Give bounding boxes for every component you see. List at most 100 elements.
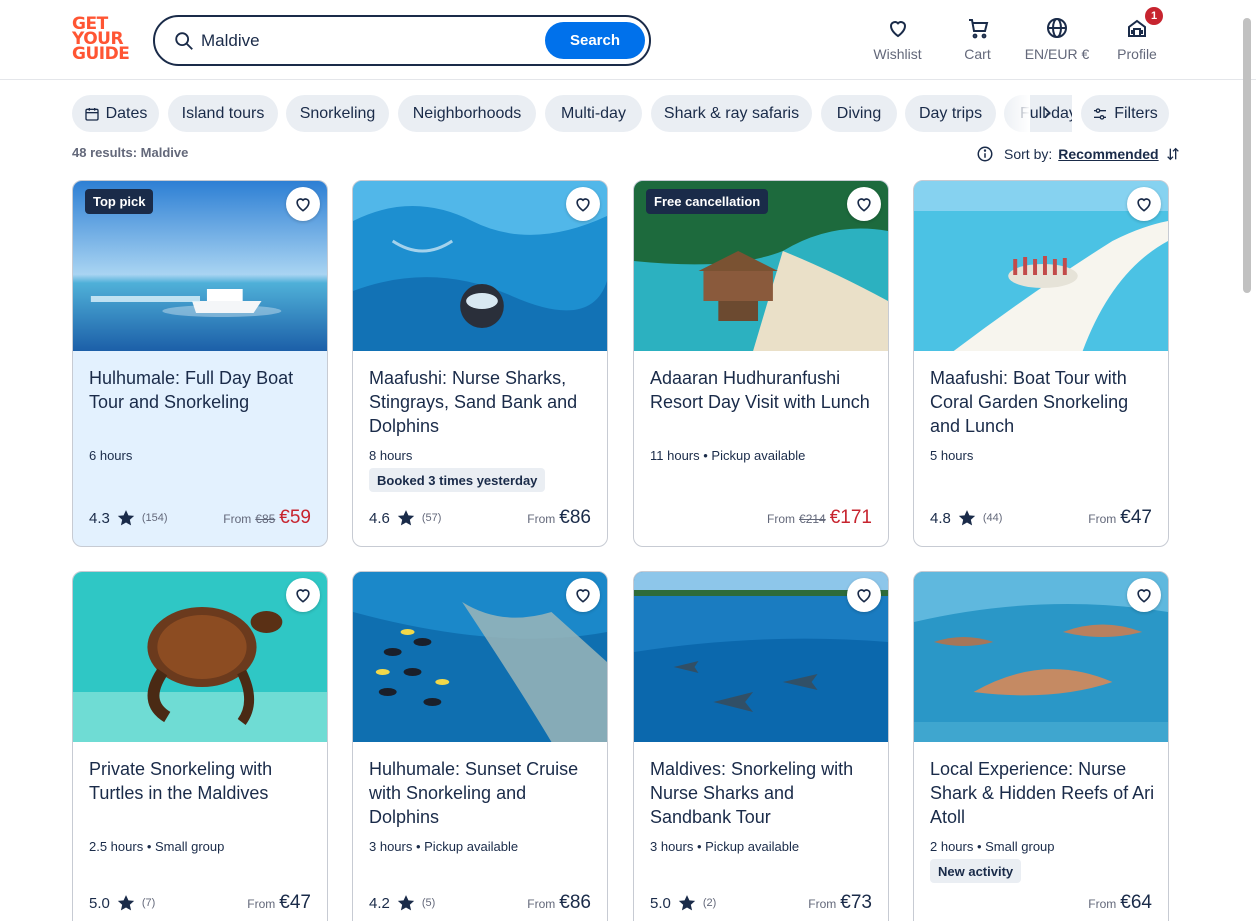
price-from-label: From [527,897,556,911]
activity-card[interactable]: Free cancellation Adaaran Hudhuranfushi R… [633,180,889,547]
cart-icon [968,19,988,39]
add-to-wishlist-button[interactable] [566,187,600,221]
chip-snorkeling[interactable]: Snorkeling [286,95,389,132]
add-to-wishlist-button[interactable] [286,187,320,221]
search-bar: Search [153,15,651,66]
price: From €86 [527,507,591,531]
activity-card[interactable]: Maafushi: Boat Tour with Coral Garden Sn… [913,180,1169,547]
price-from-label: From [767,512,796,526]
rating-value: 4.6 [369,509,390,527]
add-to-wishlist-button[interactable] [1127,187,1161,221]
chip-label: Day trips [918,104,983,122]
category-chips: Dates Island tours Snorkeling Neighborho… [72,95,1072,133]
chip-island-tours[interactable]: Island tours [168,95,278,132]
chip-multi-day[interactable]: Multi-day [545,95,642,132]
activity-duration: 3 hours • Pickup available [369,839,519,854]
price: From €47 [247,892,311,916]
activity-title[interactable]: Hulhumale: Sunset Cruise with Snorkeling… [369,757,595,829]
activity-duration: 3 hours • Pickup available [650,839,800,854]
rating-value: 4.2 [369,894,390,912]
add-to-wishlist-button[interactable] [1127,578,1161,612]
sort-value[interactable]: Recommended [1058,146,1158,162]
star-icon [397,510,415,526]
price: From €73 [808,892,872,916]
price: From €64 [1088,892,1152,916]
activity-title[interactable]: Maldives: Snorkeling with Nurse Sharks a… [650,757,876,829]
activity-card[interactable]: Maldives: Snorkeling with Nurse Sharks a… [633,571,889,921]
activity-title[interactable]: Hulhumale: Full Day Boat Tour and Snorke… [89,366,315,414]
activity-card[interactable]: Hulhumale: Sunset Cruise with Snorkeling… [352,571,608,921]
calendar-icon [84,107,99,121]
add-to-wishlist-button[interactable] [566,578,600,612]
chip-label: Snorkeling [299,104,376,122]
sort-label: Sort by: [1004,146,1053,162]
star-icon [678,895,696,911]
rating-value: 4.3 [89,509,110,527]
price: From €214 €171 [767,507,872,531]
search-button[interactable]: Search [545,22,645,59]
wishlist-link[interactable]: Wishlist [870,16,925,66]
price-from-label: From [1088,512,1117,526]
chip-label: Shark & ray safaris [663,104,800,122]
chip-scroll-right[interactable] [1036,102,1058,124]
price-from-label: From [808,897,837,911]
sort-control[interactable]: Sort by: Recommended [976,144,1181,164]
cart-label: Cart [964,46,991,62]
add-to-wishlist-button[interactable] [847,187,881,221]
filters-label: Filters [1114,104,1158,122]
sliders-icon [1094,107,1107,120]
heart-icon [576,589,590,603]
activity-title[interactable]: Maafushi: Boat Tour with Coral Garden Sn… [930,366,1156,438]
current-price: €73 [840,892,872,913]
activity-title[interactable]: Local Experience: Nurse Shark & Hidden R… [930,757,1156,829]
rating: 4.8 (44) [930,507,1002,529]
review-count: (2) [702,897,717,909]
activity-title[interactable]: Private Snorkeling with Turtles in the M… [89,757,315,805]
activity-title[interactable]: Adaaran Hudhuranfushi Resort Day Visit w… [650,366,876,414]
review-count: (57) [421,512,442,524]
heart-icon [576,198,590,212]
logo-line-3: GUIDE [72,44,130,64]
rating: 4.2 (5) [369,892,435,914]
activity-card[interactable]: Private Snorkeling with Turtles in the M… [72,571,328,921]
activity-card[interactable]: Top pick Hulhumale: Full Day Boat Tour an… [72,180,328,547]
activity-card[interactable]: Local Experience: Nurse Shark & Hidden R… [913,571,1169,921]
notification-badge: 1 [1145,7,1163,25]
chip-day-trips[interactable]: Day trips [905,95,996,132]
original-price: €85 [255,512,276,526]
cart-link[interactable]: Cart [955,16,1000,66]
chip-dates[interactable]: Dates [72,95,159,132]
current-price: €86 [559,892,591,913]
language-currency-link[interactable]: EN/EUR € [1022,16,1092,66]
info-icon[interactable] [976,145,994,163]
chip-shark-ray-safaris[interactable]: Shark & ray safaris [651,95,812,132]
activity-title[interactable]: Maafushi: Nurse Sharks, Stingrays, Sand … [369,366,595,438]
chip-diving[interactable]: Diving [821,95,897,132]
filters-button[interactable]: Filters [1081,95,1169,132]
add-to-wishlist-button[interactable] [286,578,320,612]
review-count: (7) [141,897,156,909]
heart-icon [1137,198,1151,212]
price-from-label: From [247,897,276,911]
current-price: €47 [1120,507,1152,528]
search-input[interactable] [201,28,531,54]
activity-tag: New activity [930,859,1022,883]
activity-duration: 6 hours [89,448,133,463]
chip-label: Diving [836,104,882,122]
chip-label: Neighborhoods [412,104,522,122]
chip-neighborhoods[interactable]: Neighborhoods [398,95,536,132]
activity-card[interactable]: Maafushi: Nurse Sharks, Stingrays, Sand … [352,180,608,547]
review-count: (5) [421,897,436,909]
price: From €86 [527,892,591,916]
current-price: €47 [279,892,311,913]
current-price: €64 [1120,892,1152,913]
add-to-wishlist-button[interactable] [847,578,881,612]
original-price: €214 [799,512,826,526]
review-count: (154) [141,512,168,524]
card-badge: Top pick [85,189,154,214]
price-from-label: From [1088,897,1117,911]
search-icon [175,32,193,50]
wishlist-label: Wishlist [873,46,922,62]
getyourguide-logo[interactable]: GET YOUR GUIDE [72,16,132,64]
page-scrollbar[interactable] [1243,18,1251,293]
